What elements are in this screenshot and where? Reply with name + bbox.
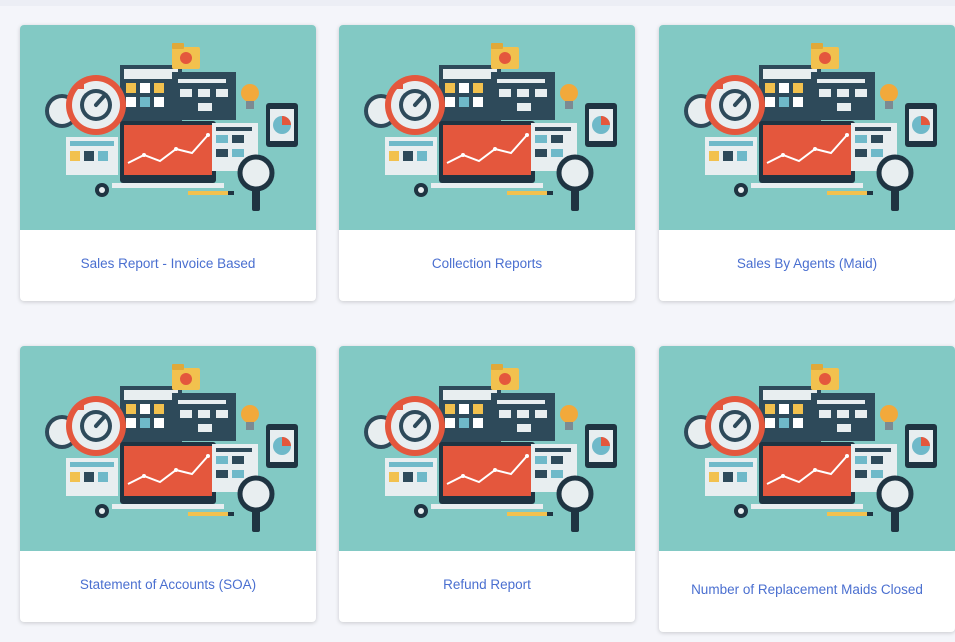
- report-card-label: Sales By Agents (Maid): [736, 256, 878, 271]
- analytics-illustration-icon: [659, 25, 955, 230]
- report-card-sales-by-agents[interactable]: Sales By Agents (Maid): [659, 25, 955, 301]
- report-card-refund[interactable]: Refund Report: [339, 346, 635, 622]
- analytics-illustration-icon: [20, 346, 316, 551]
- report-card-replacement-maids[interactable]: Number of Replacement Maids Closed: [659, 346, 955, 632]
- report-card-label: Collection Reports: [431, 256, 543, 271]
- reports-grid: Sales Report - Invoice Based Collection …: [0, 0, 955, 642]
- report-card-label: Refund Report: [443, 577, 531, 592]
- analytics-illustration-icon: [659, 346, 955, 551]
- report-card-soa[interactable]: Statement of Accounts (SOA): [20, 346, 316, 622]
- report-card-label: Sales Report - Invoice Based: [80, 256, 256, 271]
- report-card-label: Number of Replacement Maids Closed: [691, 582, 923, 597]
- report-card-collection[interactable]: Collection Reports: [339, 25, 635, 301]
- analytics-illustration-icon: [20, 25, 316, 230]
- analytics-illustration-icon: [339, 346, 635, 551]
- report-card-sales-invoice[interactable]: Sales Report - Invoice Based: [20, 25, 316, 301]
- report-card-label: Statement of Accounts (SOA): [79, 577, 257, 592]
- analytics-illustration-icon: [339, 25, 635, 230]
